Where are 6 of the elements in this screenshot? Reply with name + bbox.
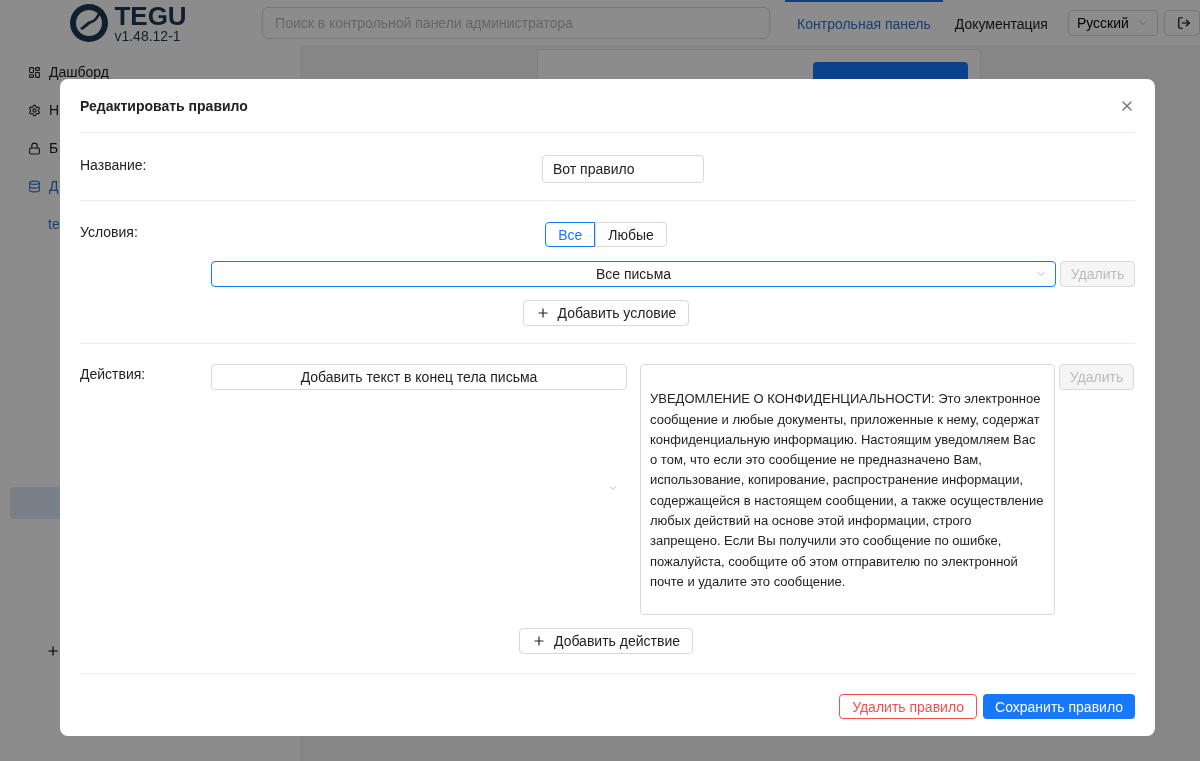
field-label: Название:: [80, 156, 147, 175]
field-label: Действия:: [80, 365, 146, 384]
dialog-title: Редактировать правило: [80, 96, 248, 116]
version-label: v1.48.12-1: [114, 28, 182, 43]
brand-name: TEGU: [114, 2, 187, 29]
field-label: Условия:: [80, 223, 138, 242]
